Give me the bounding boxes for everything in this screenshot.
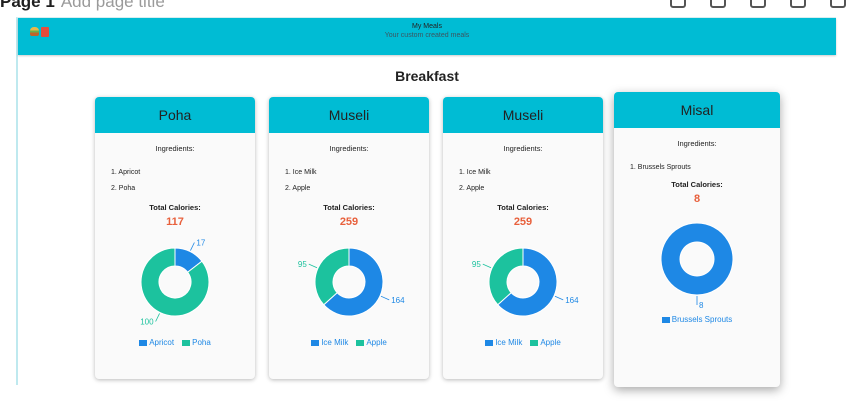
legend-item[interactable]: Ice Milk (311, 338, 348, 347)
legend-label: Apple (366, 338, 387, 347)
legend-label: Poha (192, 338, 211, 347)
chart-legend: Ice Milk Apple (269, 338, 429, 347)
chart-legend: Ice Milk Apple (443, 338, 603, 347)
data-label: 8 (699, 301, 704, 310)
meal-title: Misal (614, 92, 780, 128)
ingredients-label: Ingredients: (503, 144, 543, 153)
calorie-donut-chart[interactable]: 8 (614, 205, 780, 315)
meal-title: Poha (95, 97, 255, 133)
data-label: 164 (391, 296, 405, 305)
calorie-donut-chart[interactable]: 17 100 (95, 228, 255, 338)
legend-swatch (139, 339, 148, 346)
legend-item[interactable]: Ice Milk (485, 338, 522, 347)
total-calories-value: 117 (166, 216, 184, 228)
export-icon[interactable] (750, 0, 766, 8)
chart-legend: Apricot Poha (95, 338, 255, 347)
data-label: 17 (196, 239, 205, 248)
ingredient-list: 1. Ice Milk 2. Apple (285, 169, 429, 192)
data-label: 95 (298, 260, 307, 269)
ingredient-list: 1. Apricot 2. Poha (111, 169, 255, 192)
ingredient-item: 2. Poha (111, 185, 136, 192)
data-label: 95 (472, 260, 481, 269)
legend-item[interactable]: Poha (182, 338, 211, 347)
ingredients-label: Ingredients: (329, 144, 369, 153)
app-frame: My Meals Your custom created meals Break… (16, 17, 836, 387)
legend-item[interactable]: Apricot (139, 338, 174, 347)
legend-swatch (182, 339, 191, 346)
data-label-leader (308, 263, 318, 269)
legend-item[interactable]: Brussels Sprouts (661, 315, 733, 324)
ingredient-item: 2. Apple (285, 185, 311, 192)
share-icon[interactable] (710, 0, 726, 8)
window-icon[interactable] (830, 0, 846, 8)
total-calories-label: Total Calories: (149, 203, 201, 212)
page-name: Page 1 (0, 0, 55, 11)
ingredient-item: 2. Apple (459, 185, 485, 192)
editor-toolbar: Page 1 Add page title (0, 0, 852, 12)
meal-card[interactable]: Museli Ingredients: 1. Ice Milk 2. Apple Tot… (269, 97, 429, 379)
meal-title: Museli (443, 97, 603, 133)
page-title-placeholder[interactable]: Add page title (61, 0, 165, 11)
data-label-leader (554, 295, 564, 301)
meal-card[interactable]: Poha Ingredients: 1. Apricot 2. Poha Total C… (95, 97, 255, 379)
total-calories-value: 259 (339, 216, 359, 228)
data-label: 100 (140, 317, 154, 326)
donut-slice-apple[interactable] (488, 247, 524, 306)
data-label-leader (190, 242, 195, 251)
meal-title: Museli (269, 97, 429, 133)
meal-card[interactable]: Museli Ingredients: 1. Ice Milk 2. Apple Tot… (443, 97, 603, 379)
legend-label: Ice Milk (321, 338, 349, 347)
data-label-leader (482, 263, 492, 269)
legend-label: Ice Milk (495, 338, 523, 347)
data-label-leader (380, 295, 390, 301)
legend-swatch (311, 339, 320, 346)
total-calories-label: Total Calories: (671, 180, 723, 189)
legend-swatch (661, 316, 670, 323)
legend-item[interactable]: Apple (530, 338, 561, 347)
calorie-donut-chart[interactable]: 164 95 (269, 228, 429, 338)
data-label: 164 (565, 296, 579, 305)
ingredient-item: 1. Ice Milk (459, 169, 491, 176)
ingredients-label: Ingredients: (677, 139, 717, 148)
ingredient-item: 1. Brussels Sprouts (630, 164, 691, 171)
legend-label: Brussels Sprouts (671, 315, 733, 324)
ingredient-item: 1. Apricot (111, 169, 141, 176)
ingredients-label: Ingredients: (155, 144, 195, 153)
section-title: Breakfast (395, 68, 459, 84)
donut-slice-brussels-sprouts[interactable] (660, 222, 734, 296)
header-title: My Meals (412, 23, 442, 30)
comment-icon[interactable] (670, 0, 686, 8)
header-subtitle: Your custom created meals (384, 32, 470, 39)
donut-slice-apple[interactable] (314, 247, 350, 306)
legend-swatch (530, 339, 539, 346)
total-calories-label: Total Calories: (323, 203, 375, 212)
more-icon[interactable] (790, 0, 806, 8)
legend-label: Apricot (149, 338, 175, 347)
legend-swatch (485, 339, 494, 346)
meal-card[interactable]: Misal Ingredients: 1. Brussels Sprouts Tota… (614, 92, 780, 387)
legend-item[interactable]: Apple (356, 338, 387, 347)
total-calories-value: 259 (513, 216, 533, 228)
chart-legend: Brussels Sprouts (614, 315, 780, 324)
ingredient-item: 1. Ice Milk (285, 169, 317, 176)
page-title[interactable]: Page 1 Add page title (0, 0, 165, 12)
legend-label: Apple (540, 338, 561, 347)
ingredient-list: 1. Ice Milk 2. Apple (459, 169, 603, 192)
calorie-donut-chart[interactable]: 164 95 (443, 228, 603, 338)
total-calories-label: Total Calories: (497, 203, 549, 212)
app-header: My Meals Your custom created meals (18, 18, 836, 55)
legend-swatch (356, 339, 365, 346)
ingredient-list: 1. Brussels Sprouts (630, 164, 780, 171)
total-calories-value: 8 (693, 193, 701, 205)
data-label-leader (155, 313, 160, 322)
